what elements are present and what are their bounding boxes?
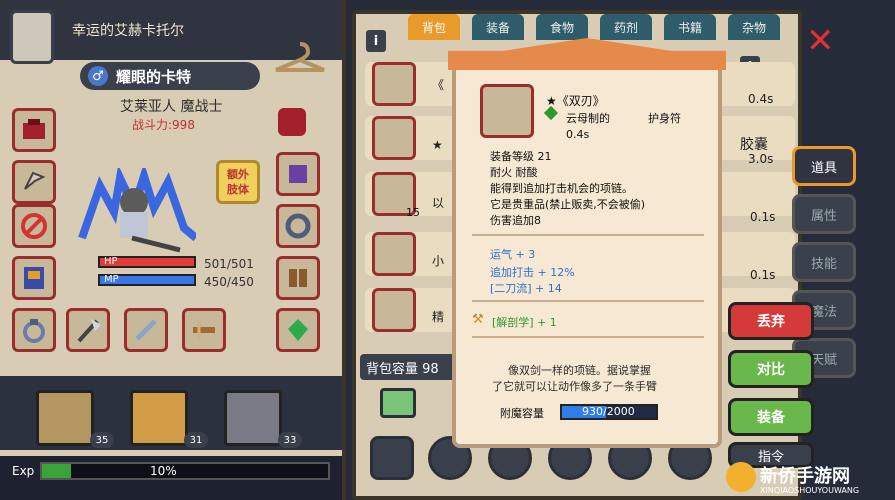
exp-percent: 10% — [150, 464, 177, 478]
inventory-row-text: 精 — [432, 310, 445, 324]
inventory-row-time: 3.0s — [748, 152, 774, 166]
item-desc-1: 能得到追加打击机会的项链。 — [490, 182, 633, 195]
necklace-slot[interactable] — [276, 204, 320, 248]
exp-label: Exp — [12, 464, 35, 478]
party-member-2[interactable] — [130, 390, 188, 446]
mp-value: 450/450 — [204, 275, 254, 289]
head-slot[interactable] — [12, 108, 56, 152]
party-member-2-level: 31 — [184, 432, 208, 448]
tab-potion[interactable]: 药剂 — [600, 14, 652, 40]
enchant-capacity-label: 附魔容量 — [500, 407, 544, 420]
mp-label: MP — [104, 274, 119, 285]
bonus-dual-wield: [二刀流] + 14 — [490, 282, 562, 295]
hp-label: HP — [104, 256, 118, 267]
race-class: 艾莱亚人 魔战士 — [120, 99, 223, 115]
block-icon — [372, 232, 416, 276]
gem-slot[interactable] — [276, 308, 320, 352]
bonus-luck: 运气 + 3 — [490, 248, 536, 261]
boomerang-slot[interactable] — [12, 160, 56, 204]
party-member-3-level: 33 — [278, 432, 302, 448]
tooltip-divider — [472, 300, 704, 302]
hanger-icon[interactable] — [270, 38, 330, 78]
tooltip-divider — [472, 234, 704, 236]
guild-crest-icon[interactable] — [10, 10, 54, 64]
flavor-text-2: 了它就可以让动作像多了一条手臂 — [492, 380, 657, 393]
male-gender-icon: ♂ — [88, 66, 108, 86]
item-category: 护身符 — [648, 112, 681, 125]
discard-button[interactable]: 丢弃 — [728, 302, 814, 340]
ring-slot[interactable] — [12, 308, 56, 352]
tab-misc[interactable]: 杂物 — [728, 14, 780, 40]
weapon-slot-crossbow[interactable] — [182, 308, 226, 352]
potion-icon — [372, 62, 416, 106]
character-header-name: 幸运的艾赫卡托尔 — [72, 23, 184, 39]
gloves-slot[interactable] — [276, 152, 320, 196]
character-sprite — [72, 162, 199, 256]
helmet-icon[interactable] — [278, 108, 306, 136]
hp-value: 501/501 — [204, 257, 254, 271]
heart-icon — [372, 288, 416, 332]
exp-fill — [42, 464, 71, 478]
item-material: 云母制的 — [566, 112, 610, 125]
capacity-label: 背包容量 98 — [360, 354, 460, 380]
watermark-text: 新侨手游网 — [760, 466, 850, 487]
empty-slot-icon[interactable] — [12, 204, 56, 248]
side-tab-skills[interactable]: 技能 — [792, 242, 856, 282]
item-time: 0.4s — [566, 128, 590, 141]
inventory-row-name: 胶囊 — [740, 137, 768, 153]
download-icon[interactable] — [380, 388, 416, 418]
stack-count: 15 — [406, 206, 420, 219]
skill-anatomy: [解剖学] + 1 — [492, 316, 557, 329]
armor-slot[interactable] — [12, 256, 56, 300]
tab-book[interactable]: 书籍 — [664, 14, 716, 40]
exp-track — [40, 462, 330, 480]
sort-1-2-icon[interactable] — [370, 436, 414, 480]
tab-food[interactable]: 食物 — [536, 14, 588, 40]
bonus-extra-strike: 追加打击 + 12% — [490, 266, 575, 279]
inventory-row-text: 以 — [432, 196, 445, 210]
close-icon[interactable]: ✕ — [806, 24, 840, 58]
compare-button[interactable]: 对比 — [728, 350, 814, 388]
tab-backpack[interactable]: 背包 — [408, 14, 460, 40]
inventory-row-text: 《 — [432, 78, 445, 92]
extra-limbs-badge[interactable]: 额外 肢体 — [216, 160, 260, 204]
party-member-1-level: 35 — [90, 432, 114, 448]
inventory-row-time: 0.1s — [750, 268, 776, 282]
item-traits: 耐火 耐酸 — [490, 166, 538, 179]
inventory-row-time: 0.4s — [748, 92, 774, 106]
item-name: ★《双刃》 — [546, 94, 605, 108]
combat-power: 战斗力:998 — [132, 118, 195, 132]
watermark-logo-icon — [726, 462, 756, 492]
equip-level: 装备等级 21 — [490, 150, 552, 163]
flavor-text-1: 像双剑一样的项链。据说掌握 — [508, 364, 651, 377]
shell-icon — [372, 116, 416, 160]
watermark-subtext: XINQIAOSHOUYOUWANG — [760, 486, 860, 495]
side-tab-attributes[interactable]: 属性 — [792, 194, 856, 234]
item-desc-2: 它是贵重品(禁止贩卖,不会被偷) — [490, 198, 646, 211]
weapon-slot-sword[interactable] — [124, 308, 168, 352]
equip-button[interactable]: 装备 — [728, 398, 814, 436]
item-desc-3: 伤害追加8 — [490, 214, 541, 227]
inventory-row-time: 0.1s — [750, 210, 776, 224]
party-member-3[interactable] — [224, 390, 282, 446]
necklace-item-icon — [480, 84, 534, 138]
character-title: 耀眼的卡特 — [116, 68, 192, 86]
weapon-slot-axe[interactable] — [66, 308, 110, 352]
enchant-capacity-value: 930/2000 — [582, 405, 635, 418]
info-icon[interactable]: i — [366, 30, 386, 52]
inventory-row-text: 小 — [432, 254, 445, 268]
boots-slot[interactable] — [276, 256, 320, 300]
inventory-row-text: ★ — [432, 138, 443, 152]
tab-equipment[interactable]: 装备 — [472, 14, 524, 40]
party-member-1[interactable] — [36, 390, 94, 446]
hammer-icon: ⚒ — [472, 312, 484, 327]
tooltip-divider — [472, 336, 704, 338]
side-tab-items[interactable]: 道具 — [792, 146, 856, 186]
